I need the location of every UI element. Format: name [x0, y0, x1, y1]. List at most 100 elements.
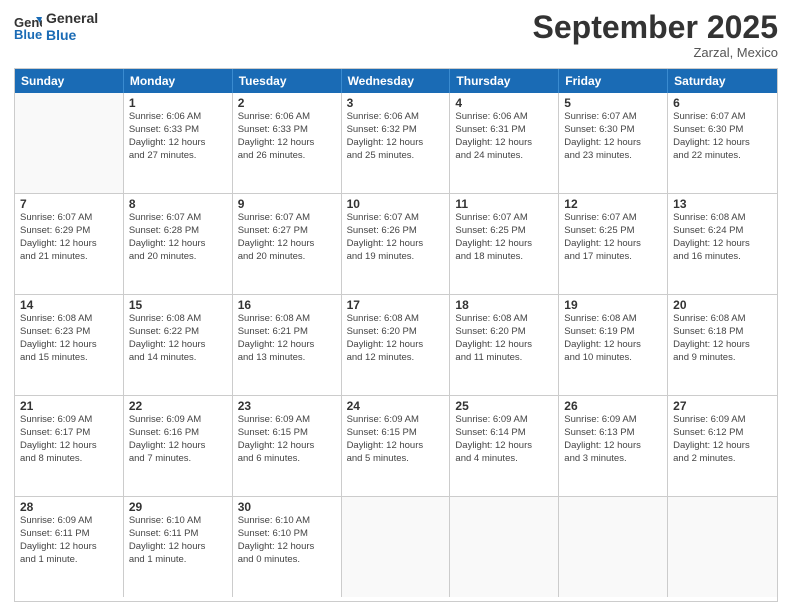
- day-8: 8Sunrise: 6:07 AM Sunset: 6:28 PM Daylig…: [124, 194, 233, 294]
- day-number-21: 21: [20, 399, 118, 413]
- day-number-19: 19: [564, 298, 662, 312]
- day-number-24: 24: [347, 399, 445, 413]
- day-number-4: 4: [455, 96, 553, 110]
- day-info-20: Sunrise: 6:08 AM Sunset: 6:18 PM Dayligh…: [673, 313, 772, 364]
- day-13: 13Sunrise: 6:08 AM Sunset: 6:24 PM Dayli…: [668, 194, 777, 294]
- day-26: 26Sunrise: 6:09 AM Sunset: 6:13 PM Dayli…: [559, 396, 668, 496]
- logo-line1: General: [46, 10, 98, 27]
- day-info-21: Sunrise: 6:09 AM Sunset: 6:17 PM Dayligh…: [20, 414, 118, 465]
- month-title: September 2025: [533, 10, 778, 45]
- day-14: 14Sunrise: 6:08 AM Sunset: 6:23 PM Dayli…: [15, 295, 124, 395]
- day-number-9: 9: [238, 197, 336, 211]
- day-12: 12Sunrise: 6:07 AM Sunset: 6:25 PM Dayli…: [559, 194, 668, 294]
- day-info-24: Sunrise: 6:09 AM Sunset: 6:15 PM Dayligh…: [347, 414, 445, 465]
- day-25: 25Sunrise: 6:09 AM Sunset: 6:14 PM Dayli…: [450, 396, 559, 496]
- header-sunday: Sunday: [15, 69, 124, 93]
- day-number-3: 3: [347, 96, 445, 110]
- day-info-7: Sunrise: 6:07 AM Sunset: 6:29 PM Dayligh…: [20, 212, 118, 263]
- day-27: 27Sunrise: 6:09 AM Sunset: 6:12 PM Dayli…: [668, 396, 777, 496]
- day-info-11: Sunrise: 6:07 AM Sunset: 6:25 PM Dayligh…: [455, 212, 553, 263]
- week-row-1: 1Sunrise: 6:06 AM Sunset: 6:33 PM Daylig…: [15, 93, 777, 194]
- day-number-18: 18: [455, 298, 553, 312]
- day-19: 19Sunrise: 6:08 AM Sunset: 6:19 PM Dayli…: [559, 295, 668, 395]
- header: General Blue General Blue September 2025…: [14, 10, 778, 60]
- day-1: 1Sunrise: 6:06 AM Sunset: 6:33 PM Daylig…: [124, 93, 233, 193]
- day-number-14: 14: [20, 298, 118, 312]
- location: Zarzal, Mexico: [533, 45, 778, 60]
- day-21: 21Sunrise: 6:09 AM Sunset: 6:17 PM Dayli…: [15, 396, 124, 496]
- day-number-13: 13: [673, 197, 772, 211]
- day-info-1: Sunrise: 6:06 AM Sunset: 6:33 PM Dayligh…: [129, 111, 227, 162]
- day-info-29: Sunrise: 6:10 AM Sunset: 6:11 PM Dayligh…: [129, 515, 227, 566]
- day-info-9: Sunrise: 6:07 AM Sunset: 6:27 PM Dayligh…: [238, 212, 336, 263]
- logo-icon: General Blue: [14, 13, 42, 41]
- header-monday: Monday: [124, 69, 233, 93]
- day-3: 3Sunrise: 6:06 AM Sunset: 6:32 PM Daylig…: [342, 93, 451, 193]
- day-info-19: Sunrise: 6:08 AM Sunset: 6:19 PM Dayligh…: [564, 313, 662, 364]
- day-info-18: Sunrise: 6:08 AM Sunset: 6:20 PM Dayligh…: [455, 313, 553, 364]
- day-info-8: Sunrise: 6:07 AM Sunset: 6:28 PM Dayligh…: [129, 212, 227, 263]
- empty-cell-0-0: [15, 93, 124, 193]
- day-info-6: Sunrise: 6:07 AM Sunset: 6:30 PM Dayligh…: [673, 111, 772, 162]
- header-saturday: Saturday: [668, 69, 777, 93]
- week-row-3: 14Sunrise: 6:08 AM Sunset: 6:23 PM Dayli…: [15, 295, 777, 396]
- day-30: 30Sunrise: 6:10 AM Sunset: 6:10 PM Dayli…: [233, 497, 342, 597]
- day-info-22: Sunrise: 6:09 AM Sunset: 6:16 PM Dayligh…: [129, 414, 227, 465]
- day-info-25: Sunrise: 6:09 AM Sunset: 6:14 PM Dayligh…: [455, 414, 553, 465]
- calendar-header: SundayMondayTuesdayWednesdayThursdayFrid…: [15, 69, 777, 93]
- calendar: SundayMondayTuesdayWednesdayThursdayFrid…: [14, 68, 778, 602]
- day-7: 7Sunrise: 6:07 AM Sunset: 6:29 PM Daylig…: [15, 194, 124, 294]
- title-block: September 2025 Zarzal, Mexico: [533, 10, 778, 60]
- day-4: 4Sunrise: 6:06 AM Sunset: 6:31 PM Daylig…: [450, 93, 559, 193]
- day-number-20: 20: [673, 298, 772, 312]
- day-29: 29Sunrise: 6:10 AM Sunset: 6:11 PM Dayli…: [124, 497, 233, 597]
- day-9: 9Sunrise: 6:07 AM Sunset: 6:27 PM Daylig…: [233, 194, 342, 294]
- day-info-27: Sunrise: 6:09 AM Sunset: 6:12 PM Dayligh…: [673, 414, 772, 465]
- header-thursday: Thursday: [450, 69, 559, 93]
- day-info-28: Sunrise: 6:09 AM Sunset: 6:11 PM Dayligh…: [20, 515, 118, 566]
- day-number-7: 7: [20, 197, 118, 211]
- day-number-28: 28: [20, 500, 118, 514]
- header-wednesday: Wednesday: [342, 69, 451, 93]
- day-info-15: Sunrise: 6:08 AM Sunset: 6:22 PM Dayligh…: [129, 313, 227, 364]
- day-6: 6Sunrise: 6:07 AM Sunset: 6:30 PM Daylig…: [668, 93, 777, 193]
- week-row-4: 21Sunrise: 6:09 AM Sunset: 6:17 PM Dayli…: [15, 396, 777, 497]
- day-28: 28Sunrise: 6:09 AM Sunset: 6:11 PM Dayli…: [15, 497, 124, 597]
- day-number-11: 11: [455, 197, 553, 211]
- day-number-10: 10: [347, 197, 445, 211]
- calendar-body: 1Sunrise: 6:06 AM Sunset: 6:33 PM Daylig…: [15, 93, 777, 597]
- day-number-12: 12: [564, 197, 662, 211]
- day-info-23: Sunrise: 6:09 AM Sunset: 6:15 PM Dayligh…: [238, 414, 336, 465]
- day-number-27: 27: [673, 399, 772, 413]
- empty-cell-4-5: [559, 497, 668, 597]
- day-number-26: 26: [564, 399, 662, 413]
- day-number-6: 6: [673, 96, 772, 110]
- day-17: 17Sunrise: 6:08 AM Sunset: 6:20 PM Dayli…: [342, 295, 451, 395]
- day-15: 15Sunrise: 6:08 AM Sunset: 6:22 PM Dayli…: [124, 295, 233, 395]
- header-friday: Friday: [559, 69, 668, 93]
- day-24: 24Sunrise: 6:09 AM Sunset: 6:15 PM Dayli…: [342, 396, 451, 496]
- empty-cell-4-3: [342, 497, 451, 597]
- day-info-13: Sunrise: 6:08 AM Sunset: 6:24 PM Dayligh…: [673, 212, 772, 263]
- day-info-2: Sunrise: 6:06 AM Sunset: 6:33 PM Dayligh…: [238, 111, 336, 162]
- day-number-30: 30: [238, 500, 336, 514]
- day-11: 11Sunrise: 6:07 AM Sunset: 6:25 PM Dayli…: [450, 194, 559, 294]
- day-16: 16Sunrise: 6:08 AM Sunset: 6:21 PM Dayli…: [233, 295, 342, 395]
- day-number-25: 25: [455, 399, 553, 413]
- day-18: 18Sunrise: 6:08 AM Sunset: 6:20 PM Dayli…: [450, 295, 559, 395]
- day-info-4: Sunrise: 6:06 AM Sunset: 6:31 PM Dayligh…: [455, 111, 553, 162]
- day-2: 2Sunrise: 6:06 AM Sunset: 6:33 PM Daylig…: [233, 93, 342, 193]
- day-info-16: Sunrise: 6:08 AM Sunset: 6:21 PM Dayligh…: [238, 313, 336, 364]
- day-number-15: 15: [129, 298, 227, 312]
- day-number-2: 2: [238, 96, 336, 110]
- logo: General Blue General Blue: [14, 10, 98, 44]
- day-info-3: Sunrise: 6:06 AM Sunset: 6:32 PM Dayligh…: [347, 111, 445, 162]
- page: General Blue General Blue September 2025…: [0, 0, 792, 612]
- empty-cell-4-6: [668, 497, 777, 597]
- day-number-22: 22: [129, 399, 227, 413]
- day-info-14: Sunrise: 6:08 AM Sunset: 6:23 PM Dayligh…: [20, 313, 118, 364]
- day-number-17: 17: [347, 298, 445, 312]
- day-info-10: Sunrise: 6:07 AM Sunset: 6:26 PM Dayligh…: [347, 212, 445, 263]
- day-info-17: Sunrise: 6:08 AM Sunset: 6:20 PM Dayligh…: [347, 313, 445, 364]
- day-22: 22Sunrise: 6:09 AM Sunset: 6:16 PM Dayli…: [124, 396, 233, 496]
